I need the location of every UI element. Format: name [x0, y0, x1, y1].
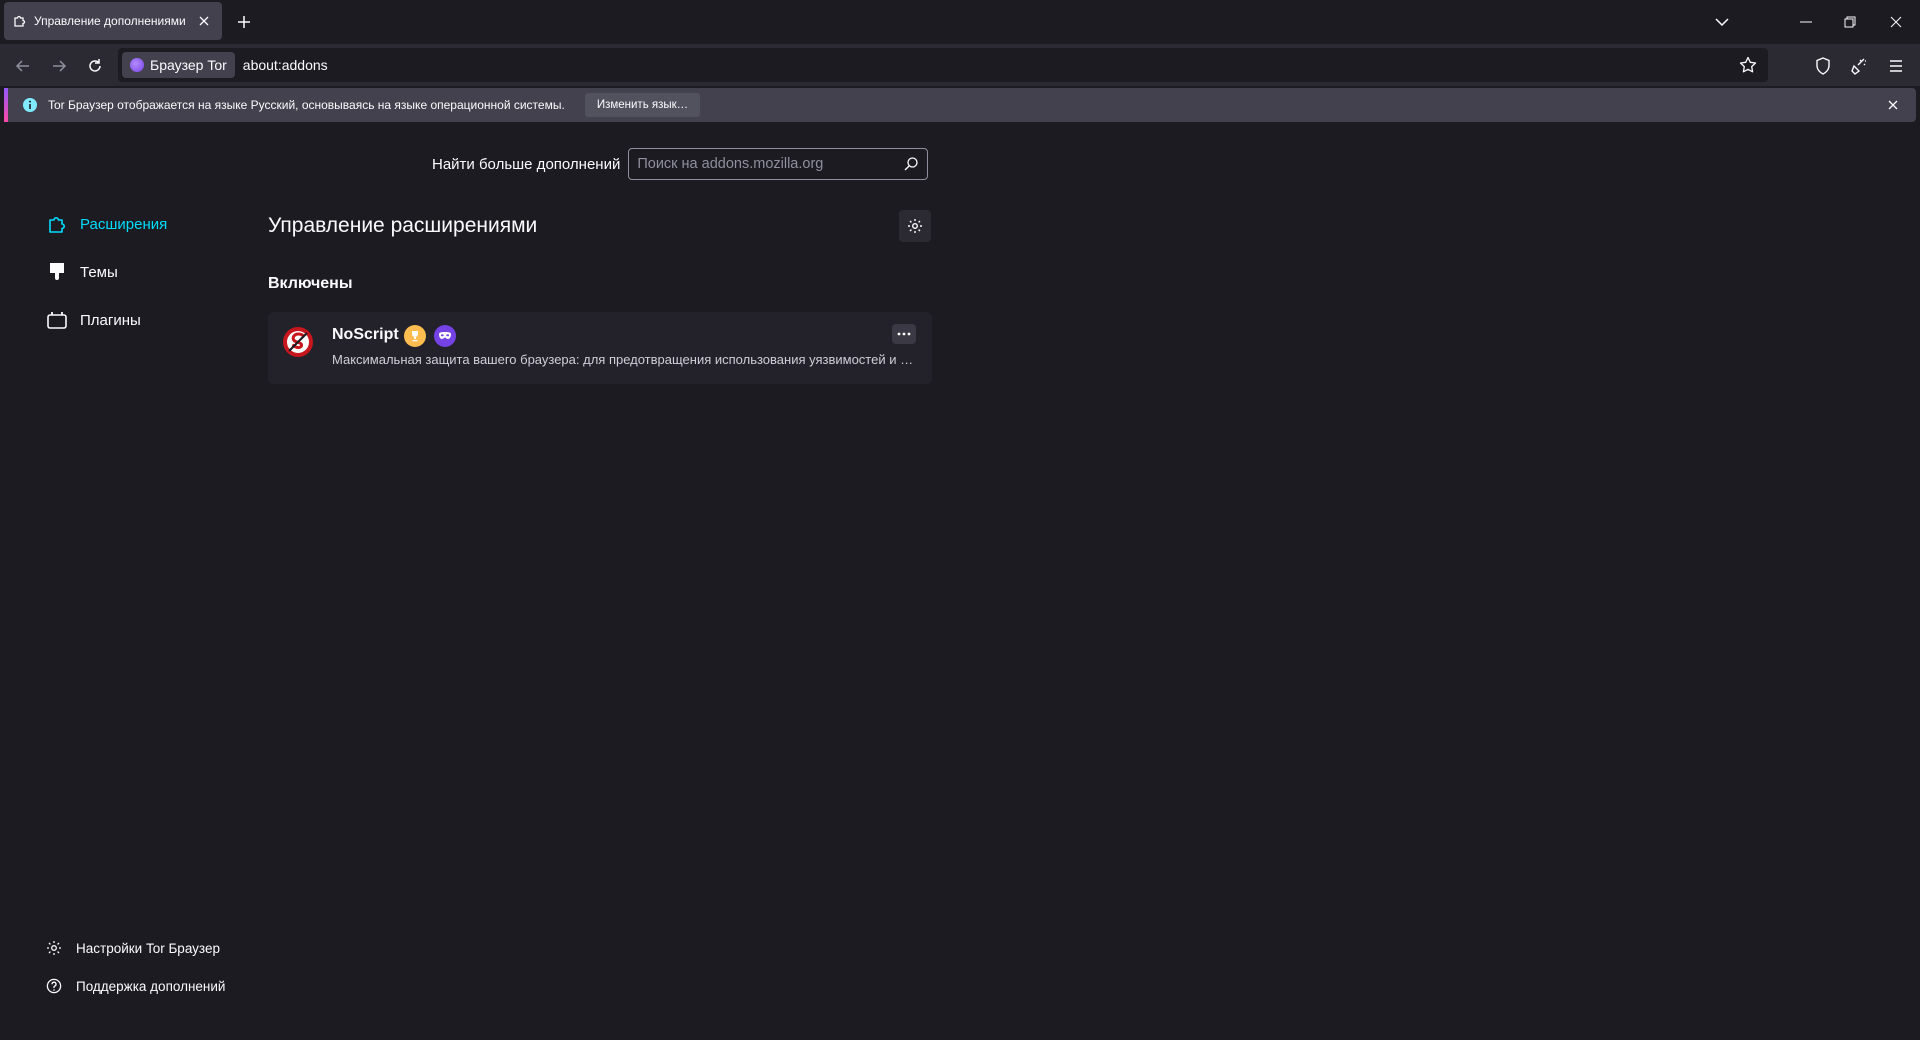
addon-name[interactable]: NoScript	[332, 326, 399, 344]
puzzle-icon	[46, 213, 68, 235]
gear-icon	[907, 218, 923, 234]
minimize-window-button[interactable]	[1792, 8, 1820, 36]
shield-icon[interactable]	[1808, 51, 1838, 81]
help-icon	[46, 978, 62, 994]
private-browsing-mask-icon[interactable]	[434, 325, 456, 347]
search-label: Найти больше дополнений	[432, 155, 621, 173]
identity-box[interactable]: Браузер Tor	[122, 52, 235, 78]
tools-menu-button[interactable]	[899, 210, 931, 242]
plugin-icon	[46, 309, 68, 331]
list-all-tabs-chevron-down-icon[interactable]	[1710, 10, 1734, 34]
footer-link-label: Поддержка дополнений	[76, 978, 226, 994]
category-label: Темы	[80, 263, 118, 281]
close-tab-icon[interactable]	[194, 11, 214, 31]
addons-support-link[interactable]: Поддержка дополнений	[46, 975, 225, 997]
identity-label: Браузер Tor	[150, 57, 227, 73]
new-identity-broom-icon[interactable]	[1844, 51, 1874, 81]
category-extensions[interactable]: Расширения	[46, 207, 167, 241]
restore-window-button[interactable]	[1836, 8, 1864, 36]
addon-description: Максимальная защита вашего браузера: для…	[332, 352, 916, 367]
url-bar[interactable]: Браузер Tor about:addons	[118, 48, 1768, 82]
change-language-button[interactable]: Изменить язык…	[584, 93, 701, 117]
url-text[interactable]: about:addons	[243, 57, 328, 73]
category-plugins[interactable]: Плагины	[46, 303, 141, 337]
tor-onion-icon	[130, 58, 144, 72]
category-label: Расширения	[80, 215, 168, 233]
reload-button[interactable]	[80, 51, 110, 81]
search-icon	[903, 156, 919, 172]
forward-button[interactable]	[44, 51, 74, 81]
noscript-logo-icon	[282, 326, 314, 358]
new-tab-button[interactable]	[232, 10, 256, 34]
hamburger-menu-icon[interactable]	[1881, 51, 1911, 81]
language-notification-bar: Tor Браузер отображается на языке Русски…	[4, 88, 1916, 122]
category-label: Плагины	[80, 311, 141, 329]
tor-browser-settings-link[interactable]: Настройки Tor Браузер	[46, 937, 220, 959]
back-button[interactable]	[8, 51, 38, 81]
addon-card-noscript[interactable]: NoScript Максимальная защита вашего брау…	[268, 312, 932, 384]
puzzle-icon	[12, 13, 28, 29]
brush-icon	[46, 261, 68, 283]
footer-link-label: Настройки Tor Браузер	[76, 940, 220, 956]
section-enabled-heading: Включены	[268, 275, 353, 292]
close-notification-icon[interactable]	[1884, 96, 1902, 114]
addons-search-row: Найти больше дополнений	[432, 148, 929, 180]
tab-addons-manager[interactable]: Управление дополнениями	[4, 2, 222, 40]
search-box[interactable]	[628, 148, 929, 180]
info-icon	[22, 97, 38, 113]
tab-strip: Управление дополнениями	[0, 0, 1920, 44]
tab-title: Управление дополнениями	[34, 14, 186, 28]
gear-icon	[46, 940, 62, 956]
navigation-toolbar: Браузер Tor about:addons	[0, 44, 1920, 86]
more-options-icon[interactable]	[892, 324, 916, 344]
notification-text: Tor Браузер отображается на языке Русски…	[48, 98, 565, 112]
search-input[interactable]	[637, 156, 904, 172]
page-title: Управление расширениями	[268, 214, 538, 237]
category-themes[interactable]: Темы	[46, 255, 118, 289]
recommended-badge-icon[interactable]	[404, 325, 426, 347]
bookmark-star-icon[interactable]	[1736, 53, 1760, 77]
close-window-button[interactable]	[1882, 8, 1910, 36]
